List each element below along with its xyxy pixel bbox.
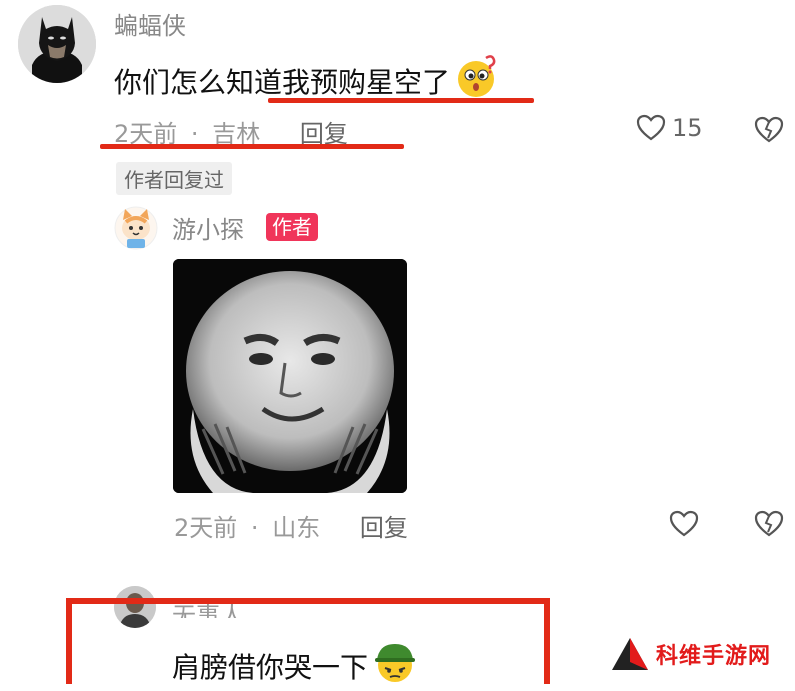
broken-heart-icon: [754, 510, 784, 537]
reply-button[interactable]: 回复: [360, 514, 408, 542]
comment-text: 肩膀借你哭一下: [172, 640, 418, 691]
army-helmet-face-emoji-icon: [372, 640, 418, 691]
watermark-text: 科维手游网: [656, 644, 772, 669]
reply-sticker-image[interactable]: [173, 259, 407, 493]
like-button[interactable]: 15: [636, 114, 703, 142]
reply-meta: 2天前 · 山东 回复: [174, 508, 408, 543]
heart-icon: [669, 510, 699, 537]
watermark: 科维手游网: [610, 636, 771, 672]
avatar-author[interactable]: [114, 206, 158, 250]
batman-avatar-image: [18, 5, 96, 83]
broken-heart-icon: [754, 116, 784, 143]
like-button[interactable]: [669, 510, 699, 542]
dislike-button[interactable]: [754, 116, 784, 148]
meme-face-image: [173, 259, 407, 493]
author-badge: 作者: [266, 213, 318, 241]
comment-username[interactable]: 蝙蝠侠: [114, 6, 186, 41]
avatar-batman[interactable]: [18, 5, 96, 83]
author-replied-tag: 作者回复过: [116, 162, 232, 195]
underline-highlight: [100, 144, 404, 149]
heart-icon: [636, 114, 666, 141]
watermark-logo-icon: [612, 638, 648, 670]
dislike-button[interactable]: [754, 510, 784, 542]
like-count: 15: [672, 114, 703, 142]
comment-text-content: 肩膀借你哭一下: [172, 650, 369, 684]
underline-highlight: [268, 98, 534, 103]
cat-avatar-image: [114, 206, 158, 250]
comment-text-content: 你们怎么知道我预购星空了: [114, 65, 451, 99]
reply-username[interactable]: 游小探: [172, 210, 244, 245]
reply-time: 2天前: [174, 514, 238, 542]
meta-separator: ·: [250, 514, 259, 542]
reply-location: 山东: [272, 514, 321, 542]
